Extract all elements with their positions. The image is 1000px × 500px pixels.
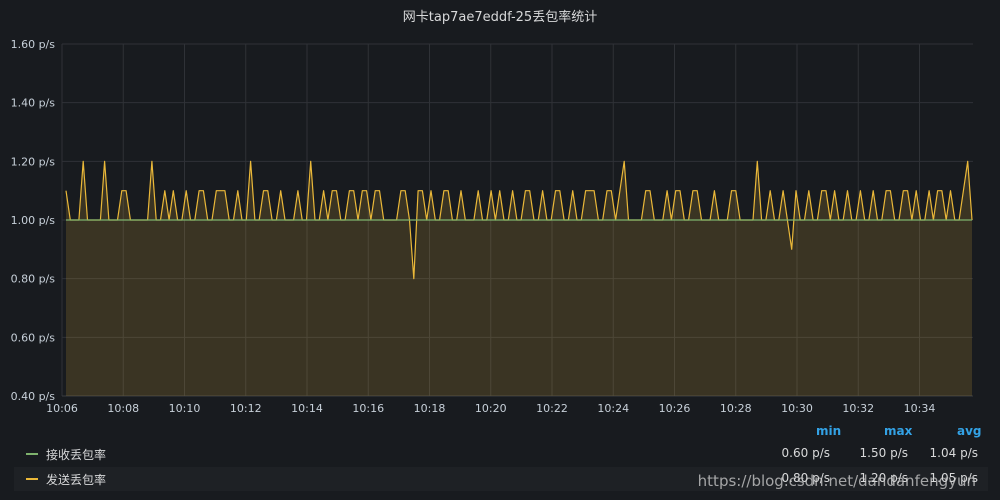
y-tick-label: 1.20 p/s	[11, 155, 56, 168]
legend-series-name[interactable]: 接收丢包率	[46, 446, 106, 463]
legend-header-min[interactable]: min	[816, 424, 841, 438]
legend-series-name[interactable]: 发送丢包率	[46, 471, 106, 488]
x-tick-label: 10:32	[842, 402, 874, 415]
y-tick-label: 0.80 p/s	[11, 273, 56, 286]
y-tick-label: 1.60 p/s	[11, 38, 56, 51]
legend-value-avg: 1.04 p/s	[929, 446, 978, 460]
series-layer	[65, 160, 973, 396]
x-tick-label: 10:10	[169, 402, 201, 415]
x-axis: 10:06 10:08 10:10 10:12 10:14 10:16 10:18 10:20…	[46, 402, 935, 415]
x-tick-label: 10:20	[475, 402, 507, 415]
x-tick-label: 10:26	[659, 402, 691, 415]
x-tick-label: 10:30	[781, 402, 813, 415]
y-tick-label: 1.00 p/s	[11, 214, 56, 227]
x-tick-label: 10:22	[536, 402, 568, 415]
y-axis: 1.60 p/s 1.40 p/s 1.20 p/s 1.00 p/s 0.80 p/s…	[11, 38, 56, 403]
x-tick-label: 10:34	[904, 402, 936, 415]
series-area-fill	[66, 161, 972, 396]
x-tick-label: 10:28	[720, 402, 752, 415]
y-tick-label: 0.60 p/s	[11, 331, 56, 344]
legend-swatch-tx[interactable]	[26, 478, 38, 480]
legend-swatch-rx[interactable]	[26, 453, 38, 455]
x-tick-label: 10:14	[291, 402, 323, 415]
legend-header-avg[interactable]: avg	[957, 424, 982, 438]
x-tick-label: 10:24	[597, 402, 629, 415]
y-tick-label: 1.40 p/s	[11, 97, 56, 110]
legend-row-rx[interactable]: 接收丢包率 0.60 p/s 1.50 p/s 1.04 p/s	[14, 442, 988, 466]
legend-header-max[interactable]: max	[884, 424, 912, 438]
x-tick-label: 10:06	[46, 402, 78, 415]
legend-value-min: 0.60 p/s	[781, 446, 830, 460]
graph-panel: 网卡tap7ae7eddf-25丢包率统计 1.60 p/s 1.40 p/s 1.…	[0, 0, 1000, 500]
line-chart: 1.60 p/s 1.40 p/s 1.20 p/s 1.00 p/s 0.80 p/s…	[11, 38, 973, 415]
x-tick-label: 10:12	[230, 402, 262, 415]
watermark: https://blog.csdn.net/dandanfengyun	[697, 472, 976, 490]
x-tick-label: 10:18	[414, 402, 446, 415]
x-tick-label: 10:08	[107, 402, 139, 415]
x-tick-label: 10:16	[352, 402, 384, 415]
